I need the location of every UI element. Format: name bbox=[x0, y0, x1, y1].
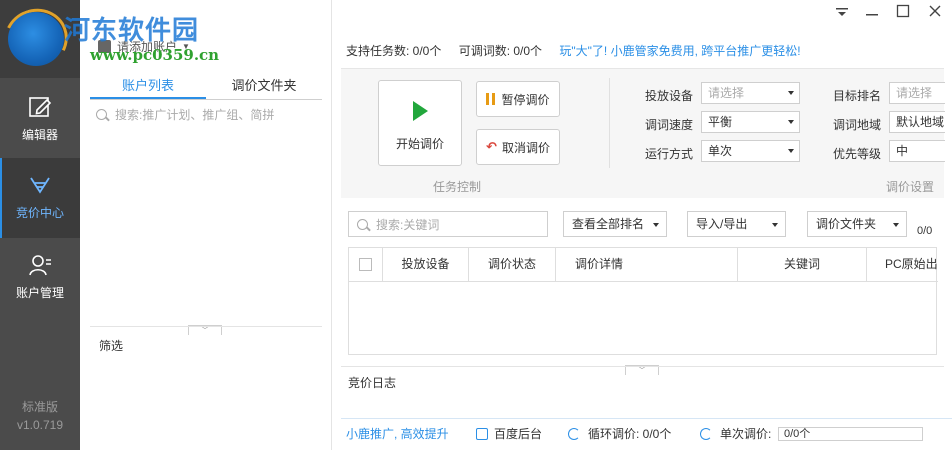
device-label: 投放设备 bbox=[645, 89, 694, 103]
keyword-search-input[interactable]: 搜索:关键词 bbox=[348, 211, 548, 237]
device-select-value: 请选择 bbox=[708, 86, 745, 100]
task-count: 支持任务数: 0/0个 bbox=[346, 44, 442, 58]
close-icon[interactable] bbox=[925, 4, 945, 24]
cancel-bidding-button[interactable]: ↶ 取消调价 bbox=[476, 129, 560, 165]
column-detail[interactable]: 调价详情 bbox=[556, 248, 738, 281]
single-bidding-label: 单次调价: bbox=[720, 427, 772, 441]
select-all-cell bbox=[349, 248, 383, 281]
pause-bidding-button[interactable]: 暂停调价 bbox=[476, 81, 560, 117]
bid-center-icon bbox=[30, 177, 50, 194]
column-device[interactable]: 投放设备 bbox=[383, 248, 469, 281]
menu-dropdown-icon[interactable] bbox=[832, 4, 852, 24]
chevron-down-icon bbox=[788, 120, 794, 124]
account-tabs: 账户列表 调价文件夹 bbox=[90, 76, 322, 100]
region-label: 调词地域 bbox=[833, 118, 882, 132]
start-bidding-label: 开始调价 bbox=[395, 137, 444, 151]
nav-label-editor: 编辑器 bbox=[21, 128, 58, 142]
table-header: 投放设备 调价状态 调价详情 关键词 PC原始出 bbox=[349, 248, 938, 282]
control-divider bbox=[609, 78, 610, 168]
settings-section-label: 调价设置 bbox=[886, 180, 935, 194]
cancel-bidding-label: 取消调价 bbox=[501, 140, 550, 155]
slogan-link[interactable]: 小鹿推广, 高效提升 bbox=[346, 419, 449, 449]
tab-account-list[interactable]: 账户列表 bbox=[90, 76, 206, 99]
view-all-rank-dropdown[interactable]: 查看全部排名 bbox=[563, 211, 667, 237]
undo-icon: ↶ bbox=[485, 139, 497, 154]
import-export-label: 导入/导出 bbox=[696, 217, 748, 231]
task-control-section-label: 任务控制 bbox=[433, 180, 482, 194]
price-folder-dropdown[interactable]: 调价文件夹 bbox=[807, 211, 907, 237]
nav-label-account-manage: 账户管理 bbox=[15, 286, 64, 300]
single-bidding-status: 单次调价: bbox=[700, 419, 771, 449]
filter-divider bbox=[90, 326, 322, 327]
column-status[interactable]: 调价状态 bbox=[469, 248, 556, 281]
device-select[interactable]: 请选择 bbox=[701, 82, 800, 104]
price-folder-label: 调价文件夹 bbox=[816, 217, 877, 231]
baidu-backend-link[interactable]: 百度后台 bbox=[476, 419, 542, 449]
column-keyword[interactable]: 关键词 bbox=[738, 248, 867, 281]
left-nav: 编辑器 竞价中心 账户管理 标准版 v1.0.719 bbox=[0, 0, 80, 450]
task-info-bar: 支持任务数: 0/0个 可调词数: 0/0个 玩"大"了! 小鹿管家免费用, 跨… bbox=[346, 42, 801, 59]
speed-select[interactable]: 平衡 bbox=[701, 111, 800, 133]
filter-label: 筛选 bbox=[99, 339, 124, 353]
single-bidding-progress: 0/0个 bbox=[778, 427, 923, 441]
nav-item-account-manage[interactable]: 账户管理 bbox=[0, 238, 80, 318]
account-search-placeholder: 搜索:推广计划、推广组、简拼 bbox=[115, 108, 275, 122]
target-rank-select[interactable]: 请选择 bbox=[889, 82, 945, 104]
log-divider bbox=[341, 366, 944, 367]
adjustable-count: 可调词数: 0/0个 bbox=[458, 44, 543, 58]
tab-price-folder[interactable]: 调价文件夹 bbox=[206, 76, 322, 99]
start-bidding-button[interactable]: 开始调价 bbox=[378, 80, 462, 166]
priority-select[interactable]: 中 bbox=[889, 140, 945, 162]
nav-item-editor[interactable]: 编辑器 bbox=[0, 80, 80, 160]
nav-label-bid-center: 竞价中心 bbox=[15, 206, 64, 220]
profile-icon bbox=[476, 428, 488, 440]
edition-label: 标准版 bbox=[21, 400, 58, 414]
account-manage-icon bbox=[29, 255, 51, 276]
play-icon bbox=[412, 101, 428, 121]
mode-select[interactable]: 单次 bbox=[701, 140, 800, 162]
keyword-count: 0/0 bbox=[917, 225, 933, 237]
chevron-down-icon bbox=[788, 149, 794, 153]
bidding-log-label: 竞价日志 bbox=[348, 376, 397, 390]
priority-label: 优先等级 bbox=[833, 147, 882, 161]
watermark-url: www.pc0359.cn bbox=[90, 46, 220, 64]
pause-bidding-label: 暂停调价 bbox=[501, 92, 550, 107]
target-rank-label: 目标排名 bbox=[833, 89, 882, 103]
account-search-input[interactable]: 搜索:推广计划、推广组、简拼 bbox=[96, 106, 274, 123]
baidu-backend-label: 百度后台 bbox=[494, 427, 543, 441]
search-icon bbox=[96, 109, 107, 120]
chevron-down-icon: ﹀ bbox=[201, 326, 209, 335]
mode-select-value: 单次 bbox=[708, 144, 733, 158]
minimize-icon[interactable] bbox=[862, 4, 882, 24]
speed-label: 调词速度 bbox=[645, 118, 694, 132]
chevron-down-icon bbox=[893, 223, 899, 227]
account-panel bbox=[80, 0, 332, 450]
promo-link[interactable]: 玩"大"了! 小鹿管家免费用, 跨平台推广更轻松! bbox=[559, 44, 800, 58]
refresh-icon bbox=[568, 428, 580, 440]
cycle-bidding-label: 循环调价: 0/0个 bbox=[588, 427, 672, 441]
speed-select-value: 平衡 bbox=[708, 115, 733, 129]
search-icon bbox=[357, 218, 368, 230]
chevron-down-icon bbox=[788, 91, 794, 95]
edit-icon bbox=[29, 97, 52, 117]
chevron-down-icon bbox=[772, 223, 778, 227]
redo-icon bbox=[700, 428, 712, 440]
maximize-icon[interactable] bbox=[893, 4, 913, 24]
mode-label: 运行方式 bbox=[645, 147, 694, 161]
logo-badge bbox=[8, 12, 64, 66]
column-pc-original[interactable]: PC原始出 bbox=[867, 248, 938, 281]
import-export-dropdown[interactable]: 导入/导出 bbox=[687, 211, 786, 237]
keyword-table: 投放设备 调价状态 调价详情 关键词 PC原始出 bbox=[348, 247, 938, 355]
nav-item-bid-center[interactable]: 竞价中心 bbox=[0, 158, 80, 238]
region-select[interactable]: 默认地域 bbox=[889, 111, 945, 133]
watermark-title: 河东软件园 bbox=[64, 16, 200, 46]
chevron-down-icon bbox=[653, 223, 659, 227]
keyword-search-placeholder: 搜索:关键词 bbox=[376, 217, 440, 232]
cycle-bidding-status: 循环调价: 0/0个 bbox=[568, 419, 671, 449]
chevron-down-icon: ﹀ bbox=[638, 366, 646, 375]
pause-icon bbox=[486, 93, 496, 105]
version-label: v1.0.719 bbox=[16, 418, 64, 432]
select-all-checkbox[interactable] bbox=[359, 258, 372, 271]
view-all-rank-label: 查看全部排名 bbox=[572, 217, 645, 231]
